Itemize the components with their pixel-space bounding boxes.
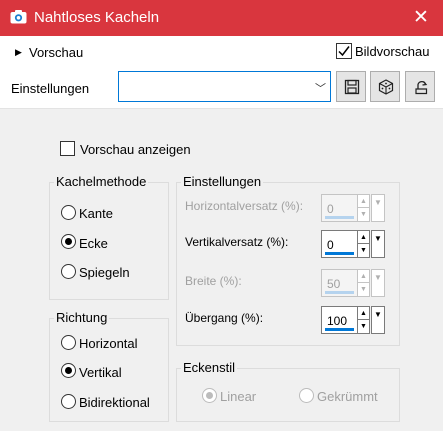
reset-button[interactable] [405,71,435,102]
radio-bidirektional-label[interactable]: Bidirektional [79,395,150,410]
arrow-up-icon[interactable]: ▲ [358,231,369,244]
random-button[interactable] [370,71,400,102]
radio-linear[interactable] [202,388,217,403]
dropdown-arrow-icon[interactable]: ▼ [371,306,385,334]
vertikalversatz-spinner[interactable]: 0 ▲ ▼ ▼ [321,230,389,258]
einstellungen-title: Einstellungen [181,174,264,189]
radio-vertikal[interactable] [61,363,76,378]
close-icon[interactable]: ✕ [399,0,443,36]
checkmark-icon [338,46,350,57]
settings-label: Einstellungen [11,81,90,96]
uebergang-spinner[interactable]: 100 ▲ ▼ ▼ [321,306,389,334]
radio-spiegeln[interactable] [61,264,76,279]
arrow-up-icon[interactable]: ▲ [358,307,369,320]
save-icon [344,79,360,95]
arrow-down-icon[interactable]: ▼ [358,283,369,296]
horizontalversatz-label: Horizontalversatz (%): [185,199,304,213]
kachelmethode-title: Kachelmethode [54,174,149,189]
radio-ecke[interactable] [61,234,76,249]
arrow-up-icon[interactable]: ▲ [358,270,369,283]
arrow-down-icon[interactable]: ▼ [358,320,369,333]
radio-spiegeln-label[interactable]: Spiegeln [79,265,130,280]
radio-gekruemmt-label[interactable]: Gekrümmt [317,389,378,404]
breite-label: Breite (%): [185,274,242,288]
camera-icon [10,10,27,24]
uebergang-value[interactable]: 100 [321,306,358,334]
eckenstil-title: Eckenstil [181,360,238,375]
preview-label[interactable]: Vorschau [29,45,83,60]
dropdown-arrow-icon[interactable]: ▼ [371,230,385,258]
breite-spinner[interactable]: 50 ▲ ▼ ▼ [321,269,389,297]
dropdown-arrow-icon[interactable]: ▼ [371,194,385,222]
radio-kante-label[interactable]: Kante [79,206,113,221]
radio-gekruemmt[interactable] [299,388,314,403]
arrow-down-icon[interactable]: ▼ [358,208,369,221]
uebergang-label: Übergang (%): [185,311,264,325]
arrow-up-icon[interactable]: ▲ [358,195,369,208]
save-preset-button[interactable] [336,71,366,102]
radio-horizontal[interactable] [61,335,76,350]
dropdown-arrow-icon[interactable]: ▼ [371,269,385,297]
arrow-down-icon[interactable]: ▼ [358,244,369,257]
chevron-down-icon: ﹀ [315,83,326,95]
reset-icon [415,80,428,95]
radio-bidirektional[interactable] [61,394,76,409]
radio-ecke-label[interactable]: Ecke [79,236,108,251]
breite-value[interactable]: 50 [321,269,358,297]
show-preview-checkbox[interactable] [60,141,75,156]
horizontalversatz-value[interactable]: 0 [321,194,358,222]
radio-linear-label[interactable]: Linear [220,389,256,404]
vertikalversatz-value[interactable]: 0 [321,230,358,258]
radio-vertikal-label[interactable]: Vertikal [79,365,122,380]
radio-kante[interactable] [61,205,76,220]
richtung-title: Richtung [54,310,110,325]
bildvorschau-checkbox[interactable] [336,43,352,59]
radio-horizontal-label[interactable]: Horizontal [79,336,138,351]
vertikalversatz-label: Vertikalversatz (%): [185,235,289,249]
dice-icon [378,79,394,95]
preset-dropdown[interactable]: ﹀ [118,71,331,102]
expand-arrow-icon[interactable]: ▶ [15,47,22,58]
window-title: Nahtloses Kacheln [34,9,160,26]
horizontalversatz-spinner[interactable]: 0 ▲ ▼ ▼ [321,194,389,222]
title-bar: Nahtloses Kacheln ✕ [0,0,443,36]
show-preview-label[interactable]: Vorschau anzeigen [80,142,191,157]
bildvorschau-label[interactable]: Bildvorschau [355,44,429,59]
